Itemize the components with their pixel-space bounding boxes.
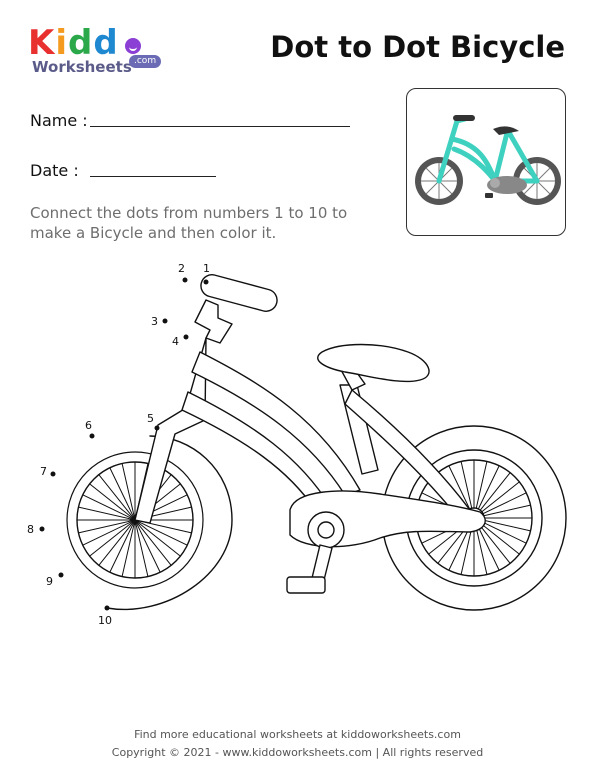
name-field[interactable] [90, 126, 350, 127]
dot-2[interactable]: 2 [178, 262, 188, 283]
svg-text:6: 6 [85, 419, 92, 432]
dot-8[interactable]: 8 [27, 523, 45, 536]
footer-promo: Find more educational worksheets at kidd… [134, 728, 461, 741]
dot-markers: 1 2 3 4 5 6 7 8 9 10 [27, 262, 210, 627]
dot-6[interactable]: 6 [85, 419, 95, 439]
logo-letter: K [28, 23, 56, 63]
wheel-spoke [77, 506, 133, 520]
kiddo-worksheets-logo: Kiddo Worksheets .com [28, 26, 168, 82]
svg-text:9: 9 [46, 575, 53, 588]
logo-letter: d [68, 23, 94, 63]
seat [317, 343, 430, 383]
wheel-spoke [479, 525, 511, 564]
wheel-spoke [479, 472, 511, 511]
wheel-spoke [135, 522, 149, 578]
dot-to-dot-bicycle: 1 2 3 4 5 6 7 8 9 10 [27, 262, 567, 627]
logo-letter: i [55, 23, 69, 63]
wheel-spoke [121, 462, 135, 518]
logo-subtitle: Worksheets [32, 58, 132, 76]
svg-text:1: 1 [203, 262, 210, 275]
dot-5[interactable]: 5 [147, 412, 160, 431]
smiley-icon [125, 38, 141, 54]
svg-text:3: 3 [151, 315, 158, 328]
dot-3[interactable]: 3 [151, 315, 168, 328]
logo-com-badge: .com [129, 55, 162, 68]
svg-text:4: 4 [172, 335, 179, 348]
wheel-spoke [121, 522, 135, 578]
svg-text:2: 2 [178, 262, 185, 275]
logo-letter: d [93, 23, 119, 63]
dot-9[interactable]: 9 [46, 572, 64, 589]
instructions-text: Connect the dots from numbers 1 to 10 to… [30, 204, 348, 242]
colored-bicycle-illustration [415, 115, 561, 205]
svg-text:8: 8 [27, 523, 34, 536]
svg-text:5: 5 [147, 412, 154, 425]
wheel-spoke [481, 523, 520, 555]
name-label: Name : [30, 111, 88, 130]
svg-text:10: 10 [98, 614, 112, 627]
dot-7[interactable]: 7 [40, 465, 56, 478]
svg-text:7: 7 [40, 465, 47, 478]
wheel-spoke [77, 520, 133, 534]
wheel-spoke [481, 481, 520, 513]
dot-4[interactable]: 4 [172, 334, 189, 349]
footer-copyright: Copyright © 2021 - www.kiddoworksheets.c… [111, 746, 484, 759]
page-title: Dot to Dot Bicycle [270, 30, 565, 64]
colored-bicycle-preview [406, 88, 566, 236]
date-label: Date : [30, 161, 79, 180]
date-field[interactable] [90, 176, 216, 177]
